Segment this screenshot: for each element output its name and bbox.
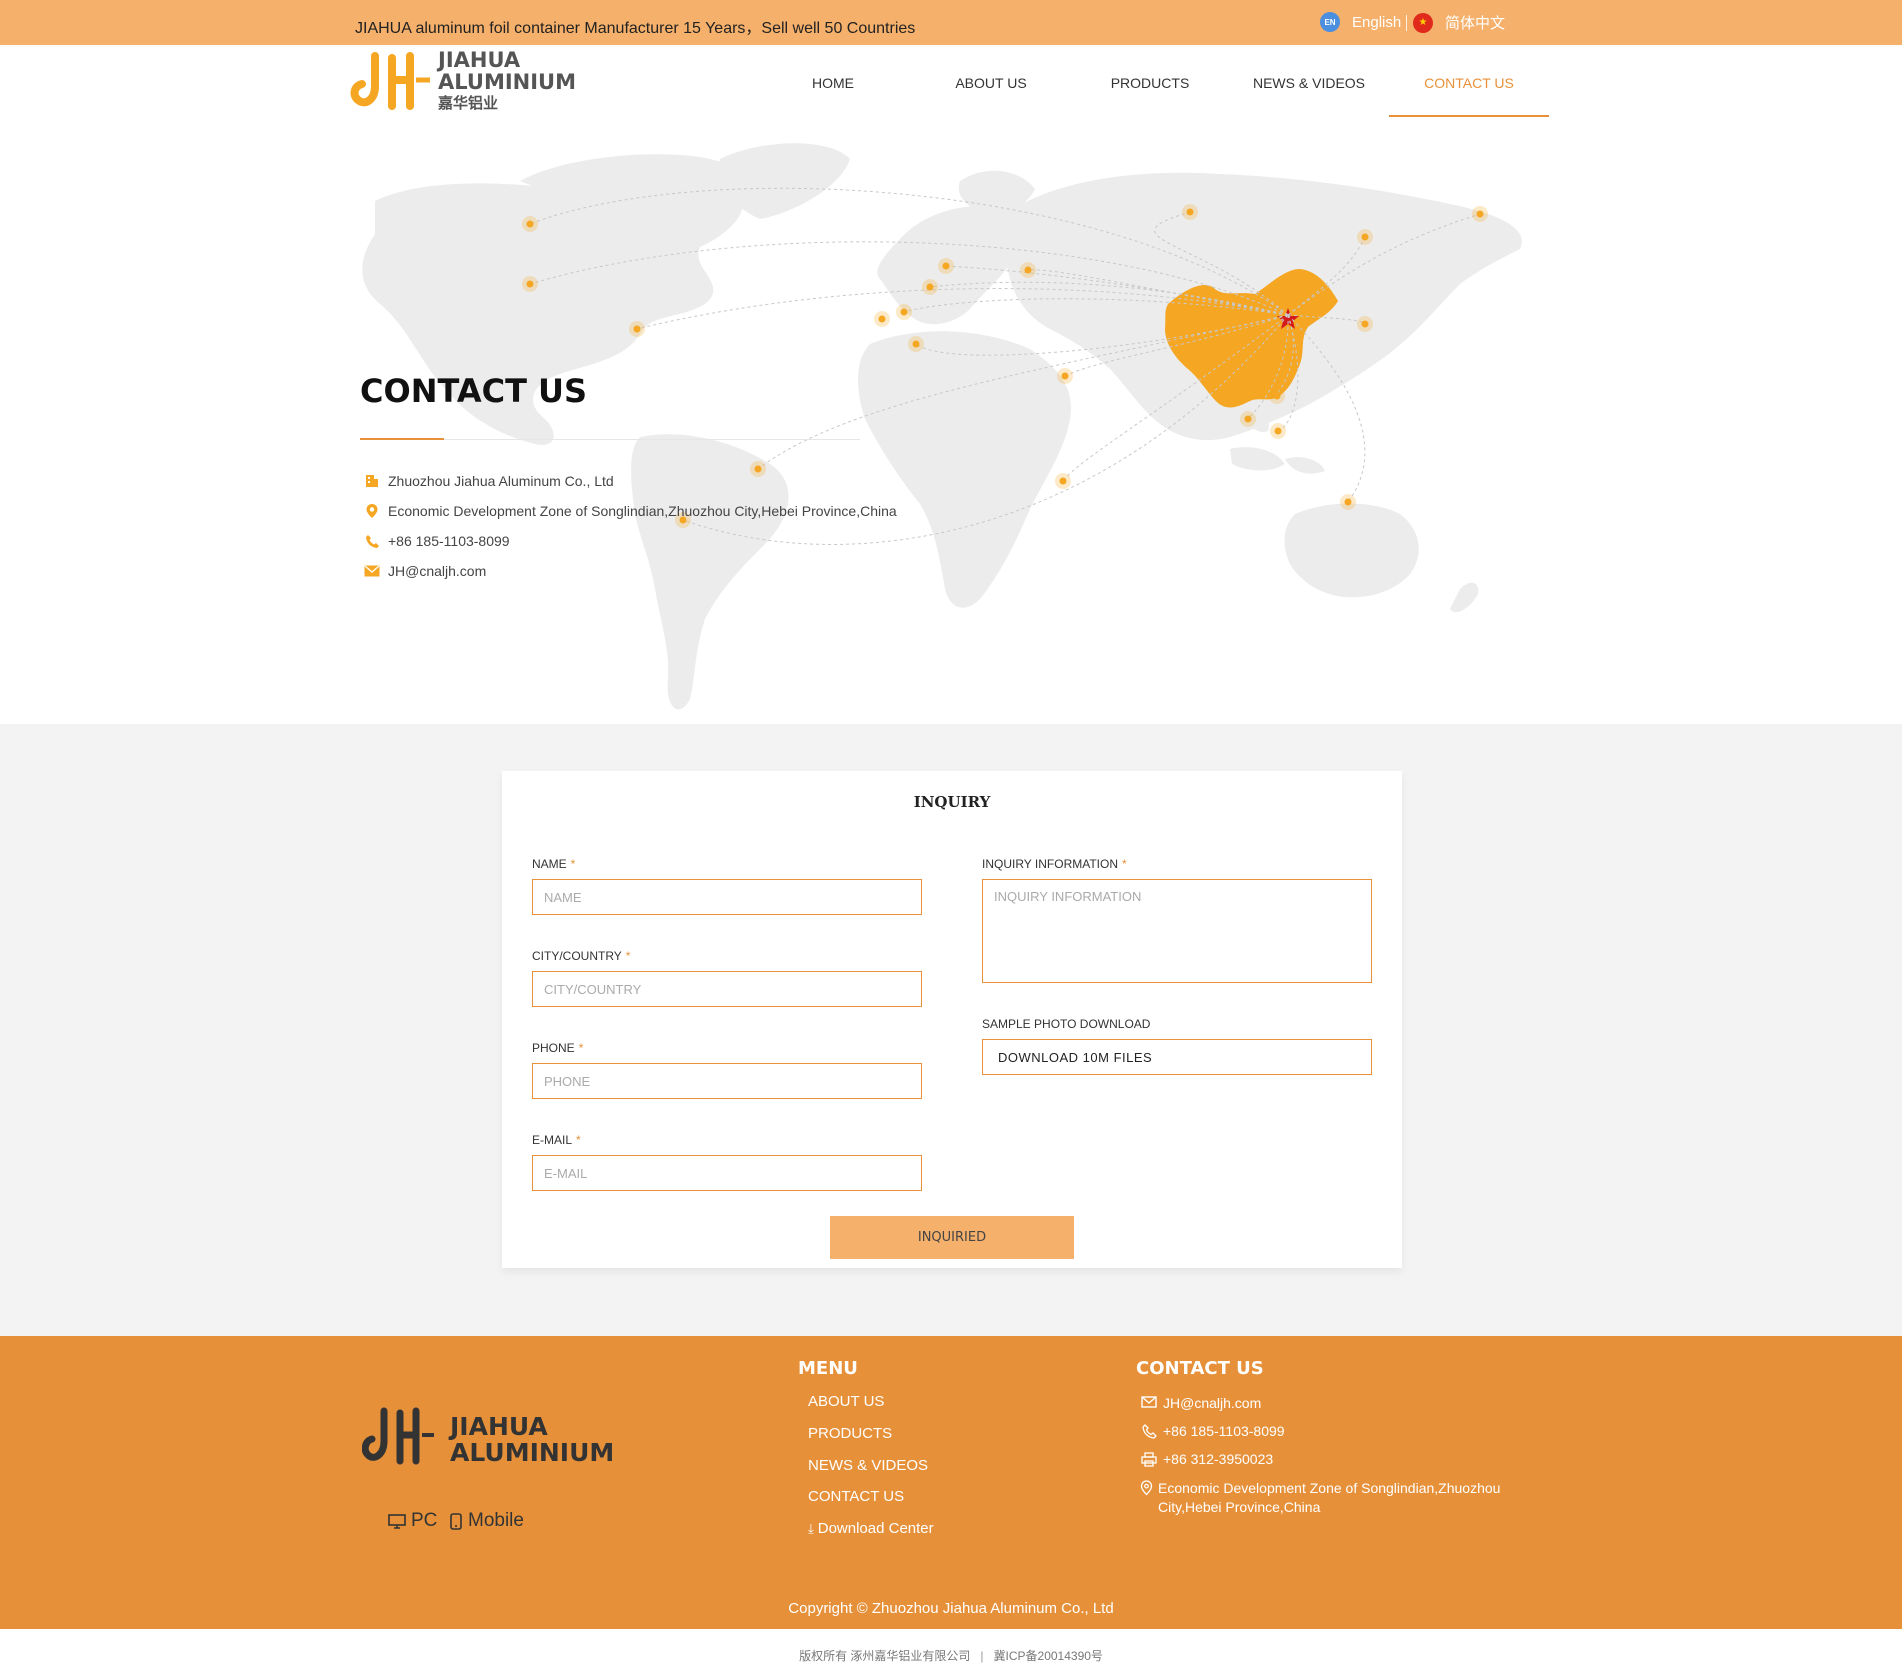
language-english-label: English: [1352, 13, 1402, 31]
brand-line-2: ALUMINIUM: [438, 70, 576, 94]
top-tagline: JIAHUA aluminum foil container Manufactu…: [355, 20, 916, 37]
phone-outline-icon: [1140, 1423, 1158, 1439]
phone-label: PHONE *: [532, 1041, 583, 1055]
name-input[interactable]: [532, 879, 922, 915]
copyright-text: Copyright © Zhuozhou Jiahua Aluminum Co.…: [788, 1600, 1114, 1617]
company-row: Zhuozhou Jiahua Aluminum Co., Ltd: [364, 473, 614, 489]
nav-contact-us[interactable]: CONTACT US: [1389, 75, 1549, 91]
company-phone[interactable]: +86 185-1103-8099: [388, 533, 510, 549]
page-title: CONTACT US: [360, 372, 588, 410]
brand-line-cn: 嘉华铝业: [438, 94, 499, 112]
phone-label-text: PHONE: [532, 1041, 575, 1055]
inquiry-info-textarea[interactable]: [982, 879, 1372, 983]
pc-version-link[interactable]: PC: [388, 1510, 437, 1532]
location-pin-icon: [364, 503, 380, 519]
footer-phone-row[interactable]: +86 185-1103-8099: [1140, 1423, 1285, 1439]
submit-inquiry-button[interactable]: INQUIRIED: [830, 1216, 1074, 1259]
bottom-legal: 版权所有 涿州嘉华铝业有限公司 | 冀ICP备20014390号: [0, 1647, 1902, 1664]
icp-link[interactable]: 冀ICP备20014390号: [994, 1649, 1103, 1663]
mobile-label: Mobile: [468, 1510, 524, 1531]
mobile-phone-icon: [450, 1512, 462, 1530]
footer-link-download-center[interactable]: ⤓ Download Center: [808, 1520, 934, 1537]
inquiry-info-label-text: INQUIRY INFORMATION: [982, 857, 1119, 871]
city-label: CITY/COUNTRY *: [532, 949, 630, 963]
phone-icon: [364, 533, 380, 549]
header-brand-text[interactable]: JIAHUA ALUMINIUM 嘉华铝业: [438, 50, 576, 111]
monitor-icon: [388, 1513, 406, 1529]
email-label: E-MAIL *: [532, 1133, 581, 1147]
nav-home[interactable]: HOME: [753, 75, 913, 91]
footer-address: Economic Development Zone of Songlindian…: [1158, 1480, 1501, 1515]
footer-fax-row: +86 312-3950023: [1140, 1451, 1273, 1467]
required-mark: *: [625, 949, 631, 963]
sample-download-label: SAMPLE PHOTO DOWNLOAD: [982, 1017, 1151, 1031]
en-flag-icon: EN: [1320, 12, 1340, 32]
footer-logo-icon[interactable]: [362, 1405, 442, 1465]
top-bar: JIAHUA aluminum foil container Manufactu…: [0, 0, 1902, 45]
contact-hero: [0, 119, 1902, 724]
name-label-text: NAME: [532, 857, 567, 871]
site-footer: [0, 1336, 1902, 1629]
required-mark: *: [578, 1041, 584, 1055]
inquiry-form-card: INQUIRY NAME* CITY/COUNTRY* PHONE* E-MAI…: [502, 771, 1402, 1268]
footer-phone: +86 185-1103-8099: [1163, 1423, 1285, 1439]
nav-news-videos[interactable]: NEWS & VIDEOS: [1229, 75, 1389, 91]
required-mark: *: [1122, 857, 1127, 871]
nav-products[interactable]: PRODUCTS: [1070, 75, 1230, 91]
mobile-version-link[interactable]: Mobile: [450, 1510, 524, 1532]
required-mark: *: [570, 857, 576, 871]
footer-link-about-us[interactable]: ABOUT US: [808, 1393, 884, 1410]
footer-contact-title: CONTACT US: [1136, 1358, 1264, 1379]
company-name: Zhuozhou Jiahua Aluminum Co., Ltd: [388, 473, 614, 489]
nav-active-indicator: [1389, 115, 1549, 117]
rights-reserved-text: 版权所有 涿州嘉华铝业有限公司: [799, 1649, 971, 1663]
legal-separator: |: [980, 1649, 984, 1663]
footer-brand-text: JIAHUA ALUMINIUM: [450, 1412, 615, 1468]
language-chinese-link[interactable]: ★ 简体中文: [1413, 12, 1505, 33]
footer-link-contact-us[interactable]: CONTACT US: [808, 1488, 904, 1505]
email-row: JH@cnaljh.com: [364, 563, 486, 579]
city-label-text: CITY/COUNTRY: [532, 949, 622, 963]
email-label-text: E-MAIL: [532, 1133, 573, 1147]
language-divider: [1406, 15, 1407, 31]
address-row: Economic Development Zone of Songlindian…: [364, 503, 897, 519]
footer-link-products[interactable]: PRODUCTS: [808, 1425, 892, 1442]
inquiry-title: INQUIRY: [913, 793, 991, 811]
phone-input[interactable]: [532, 1063, 922, 1099]
phone-row: +86 185-1103-8099: [364, 533, 510, 549]
nav-about-us[interactable]: ABOUT US: [911, 75, 1071, 91]
download-icon: ⤓: [808, 1521, 814, 1536]
brand-line-1: JIAHUA: [438, 48, 521, 72]
download-files-button[interactable]: DOWNLOAD 10M FILES: [982, 1039, 1372, 1075]
footer-fax: +86 312-3950023: [1163, 1451, 1274, 1467]
footer-email: JH@cnaljh.com: [1163, 1395, 1262, 1411]
language-english-link[interactable]: EN English: [1320, 12, 1401, 32]
city-country-input[interactable]: [532, 971, 922, 1007]
mail-icon: [364, 563, 380, 579]
footer-menu-title: MENU: [798, 1358, 858, 1379]
inquiry-info-label: INQUIRY INFORMATION *: [982, 857, 1127, 871]
company-address: Economic Development Zone of Songlindian…: [388, 503, 897, 519]
pc-label: PC: [411, 1510, 438, 1531]
china-flag-icon: ★: [1413, 12, 1433, 33]
required-mark: *: [576, 1133, 581, 1147]
language-chinese-label: 简体中文: [1445, 15, 1506, 32]
location-outline-icon: [1140, 1479, 1153, 1496]
footer-address-row: Economic Development Zone of Songlindian…: [1140, 1479, 1510, 1517]
company-email[interactable]: JH@cnaljh.com: [388, 563, 486, 579]
printer-icon: [1140, 1451, 1158, 1467]
title-divider-accent: [360, 438, 444, 440]
email-input[interactable]: [532, 1155, 922, 1191]
mail-outline-icon: [1140, 1395, 1158, 1408]
footer-email-row[interactable]: JH@cnaljh.com: [1140, 1395, 1261, 1411]
footer-link-news-videos[interactable]: NEWS & VIDEOS: [808, 1457, 928, 1474]
building-icon: [364, 473, 380, 489]
world-map-illustration: [362, 143, 1522, 710]
name-label: NAME *: [532, 857, 575, 871]
download-center-label: Download Center: [817, 1520, 934, 1537]
footer-brand-line-2: ALUMINIUM: [450, 1438, 615, 1468]
footer-brand-line-1: JIAHUA: [450, 1412, 548, 1441]
